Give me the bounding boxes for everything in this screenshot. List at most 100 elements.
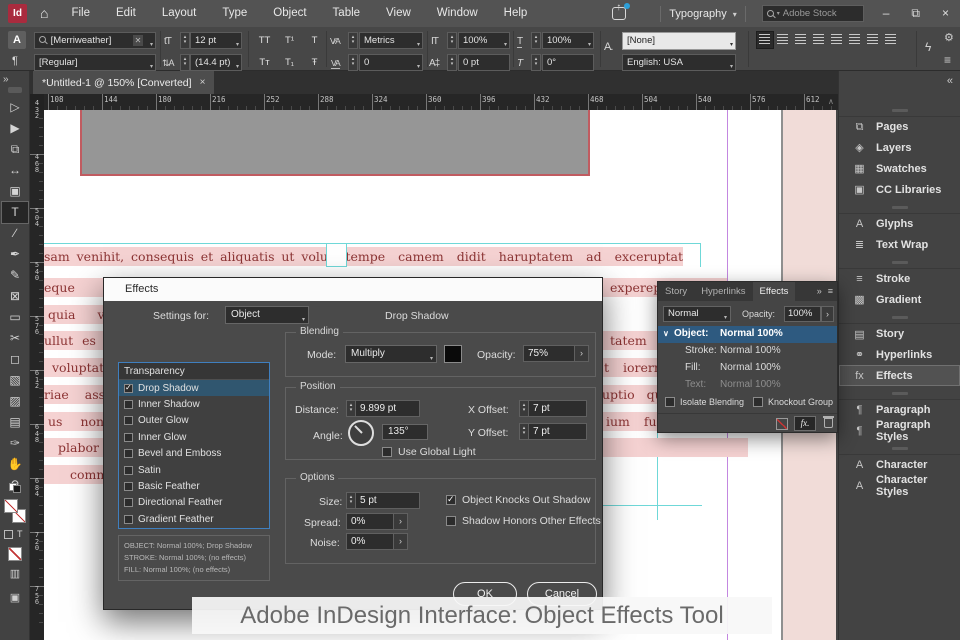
effects-row-fill[interactable]: ∨ Fill: Normal 100% <box>658 360 837 377</box>
gray-rectangle-frame[interactable] <box>80 110 590 176</box>
opacity-field[interactable]: 75% › <box>523 345 589 362</box>
x-offset-field[interactable]: 7 pt <box>519 400 587 417</box>
align-center-icon[interactable] <box>775 32 791 48</box>
hand-tool[interactable]: ✋ <box>0 454 30 475</box>
sidebar-item-text-wrap[interactable]: ≣ Text Wrap <box>839 234 960 255</box>
effect-checkbox[interactable] <box>124 383 133 393</box>
menu-table[interactable]: Table <box>320 0 374 27</box>
spread-field[interactable]: 0% › <box>346 513 408 530</box>
gear-icon[interactable]: ⚙ <box>944 31 954 44</box>
superscript-button[interactable]: T¹ <box>279 32 300 49</box>
font-size-field[interactable]: 12 pt ▾ <box>190 32 242 49</box>
pencil-tool[interactable]: ✎ <box>0 265 30 286</box>
sidebar-item-story[interactable]: ▤ Story <box>839 323 960 344</box>
font-size-stepper[interactable] <box>180 32 190 49</box>
opacity-value-field[interactable]: 100% <box>784 306 821 322</box>
effect-checkbox[interactable] <box>124 482 133 492</box>
small-caps-button[interactable]: Tᴛ <box>254 54 275 71</box>
home-icon[interactable]: ⌂ <box>40 0 48 27</box>
share-icon[interactable] <box>612 2 631 20</box>
effect-item-inner-glow[interactable]: Inner Glow <box>119 429 269 445</box>
scissors-tool[interactable]: ✂ <box>0 328 30 349</box>
close-button[interactable]: × <box>931 0 960 27</box>
baseline-shift-field[interactable]: 0 pt <box>458 54 510 71</box>
vertical-ruler[interactable]: 432 468 504 540 576 612 648 684 720 756 <box>30 100 44 640</box>
selection-tool[interactable]: ▷ <box>0 97 30 118</box>
default-fill-stroke-icon[interactable] <box>9 483 21 493</box>
kerning-stepper[interactable] <box>348 32 358 49</box>
align-right-icon[interactable] <box>793 32 809 48</box>
leading-field[interactable]: (14.4 pt) ▾ <box>190 54 242 71</box>
align-left-icon[interactable] <box>756 31 774 49</box>
menu-edit[interactable]: Edit <box>103 0 149 27</box>
menu-layout[interactable]: Layout <box>149 0 210 27</box>
blend-mode-dropdown[interactable]: Normal ▾ <box>663 306 731 322</box>
content-collector-tool[interactable]: ▣ <box>0 181 30 202</box>
panel-menu-icon[interactable]: ≡ <box>828 282 833 301</box>
effect-item-drop-shadow[interactable]: Drop Shadow <box>119 380 269 397</box>
text-line[interactable]: sam venihit, consequis et aliquatis ut v… <box>44 247 333 266</box>
effect-item-bevel-emboss[interactable]: Bevel and Emboss <box>119 446 269 462</box>
text-line[interactable] <box>598 438 748 457</box>
expand-panel-icon[interactable]: » <box>3 74 9 85</box>
noise-field[interactable]: 0% › <box>346 533 408 550</box>
restore-button[interactable]: ⧉ <box>900 0 931 27</box>
effect-checkbox[interactable] <box>124 498 133 508</box>
effect-checkbox[interactable] <box>124 449 133 459</box>
formatting-affects-container-icon[interactable] <box>4 530 13 539</box>
adobe-stock-search-input[interactable]: ▾ Adobe Stock <box>761 5 864 22</box>
tab-effects[interactable]: Effects <box>752 282 796 301</box>
size-field[interactable]: 5 pt <box>346 492 420 509</box>
shadow-color-swatch[interactable] <box>444 345 462 363</box>
panel-drag-handle[interactable] <box>8 87 22 93</box>
effect-checkbox[interactable] <box>124 400 133 410</box>
vertical-scale-field[interactable]: 100% ▾ <box>458 32 510 49</box>
stepper[interactable] <box>346 492 356 509</box>
workspace-switcher[interactable]: Typography ▾ <box>669 8 737 20</box>
settings-for-dropdown[interactable]: Object ▾ <box>225 306 309 324</box>
clear-icon[interactable]: ✕ <box>133 35 143 46</box>
minimize-button[interactable]: – <box>872 0 901 27</box>
object-knocks-out-shadow-checkbox[interactable]: Object Knocks Out Shadow <box>446 494 590 506</box>
arrow-button[interactable]: › <box>575 345 589 362</box>
menu-file[interactable]: File <box>58 0 103 27</box>
character-formatting-icon[interactable]: A <box>8 31 26 49</box>
effect-item-inner-shadow[interactable]: Inner Shadow <box>119 396 269 412</box>
subscript-button[interactable]: T₁ <box>279 54 300 71</box>
gap-tool[interactable]: ↔ <box>0 160 30 181</box>
sidebar-item-glyphs[interactable]: A Glyphs <box>839 213 960 234</box>
font-family-field[interactable]: [Merriweather] ✕ ▾ <box>34 32 156 49</box>
line-tool[interactable]: ∕ <box>0 223 30 244</box>
sidebar-item-layers[interactable]: ◈ Layers <box>839 137 960 158</box>
effect-item-satin[interactable]: Satin <box>119 462 269 478</box>
vertical-scale-stepper[interactable] <box>447 32 457 49</box>
language-field[interactable]: English: USA ▾ <box>622 54 736 71</box>
formatting-affects-text-icon[interactable]: T <box>17 529 23 539</box>
opacity-arrow-button[interactable]: › <box>821 306 834 322</box>
y-offset-field[interactable]: 7 pt <box>519 423 587 440</box>
type-tool[interactable]: T <box>1 201 29 224</box>
all-caps-button[interactable]: TT <box>254 32 275 49</box>
tab-story[interactable]: Story <box>658 282 694 301</box>
shadow-honors-other-effects-checkbox[interactable]: Shadow Honors Other Effects <box>446 515 601 527</box>
angle-dial[interactable] <box>348 420 374 446</box>
effects-row-object[interactable]: ∨ Object: Normal 100% <box>658 326 837 343</box>
horizontal-scale-field[interactable]: 100% ▾ <box>542 32 594 49</box>
justify-left-icon[interactable] <box>811 32 827 48</box>
screen-mode-icon[interactable]: ▥ <box>0 567 30 580</box>
stepper[interactable] <box>346 400 356 417</box>
stepper[interactable] <box>519 423 529 440</box>
leading-stepper[interactable] <box>180 54 190 71</box>
effects-row-text[interactable]: ∨ Text: Normal 100% <box>658 377 837 394</box>
free-transform-tool[interactable]: ◻ <box>0 349 30 370</box>
sidebar-item-stroke[interactable]: ≡ Stroke <box>839 268 960 289</box>
justify-all-icon[interactable] <box>883 32 899 48</box>
tab-hyperlinks[interactable]: Hyperlinks <box>694 282 752 301</box>
character-style-field[interactable]: [None] ▾ <box>622 32 736 50</box>
sidebar-item-paragraph[interactable]: ¶ Paragraph <box>839 399 960 420</box>
sidebar-item-hyperlinks[interactable]: ⚭ Hyperlinks <box>839 344 960 365</box>
justify-right-icon[interactable] <box>847 32 863 48</box>
panel-expand-icon[interactable]: » <box>817 282 822 301</box>
close-tab-icon[interactable]: × <box>200 77 206 88</box>
menu-type[interactable]: Type <box>209 0 260 27</box>
